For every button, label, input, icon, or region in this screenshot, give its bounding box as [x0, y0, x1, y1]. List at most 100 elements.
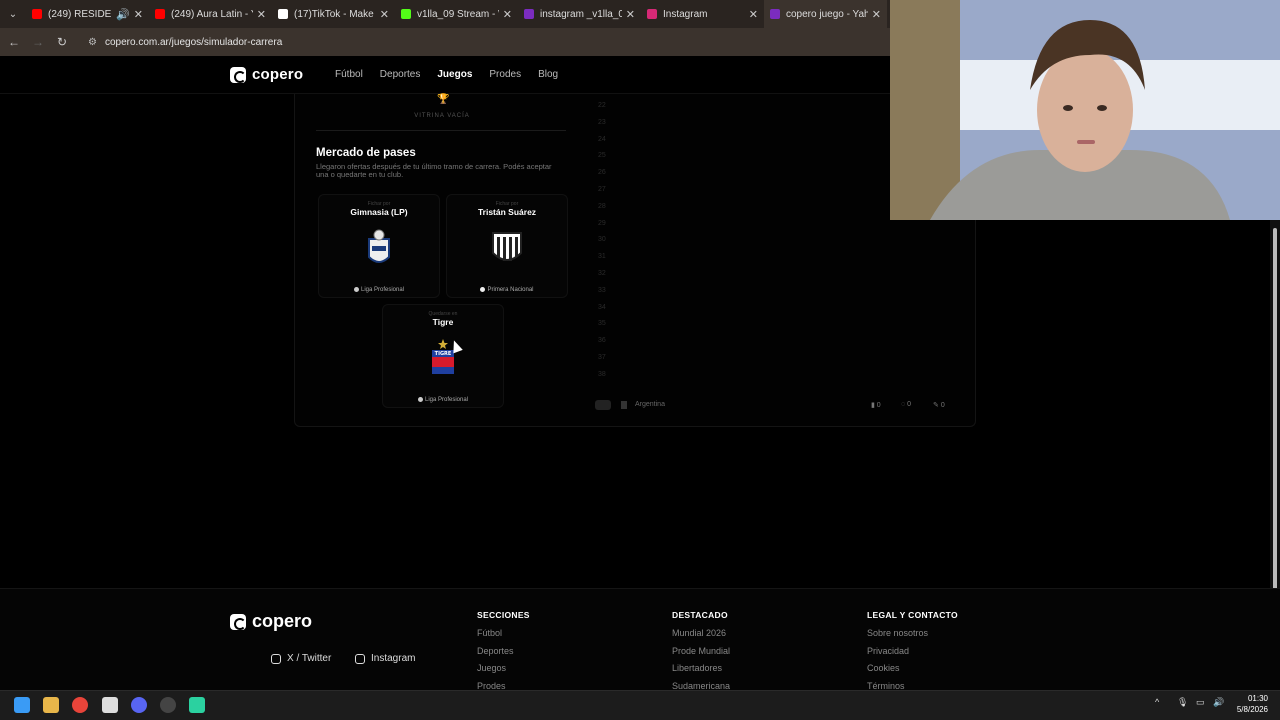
site-footer: [0, 588, 1280, 690]
address-bar[interactable]: ⚙ copero.com.ar/juegos/simulador-carrera: [80, 31, 860, 53]
browser-tab[interactable]: (249) Aura Latin - You ✕: [149, 0, 272, 28]
browser-tab[interactable]: (17)TikTok - Make Yo ✕: [272, 0, 395, 28]
row-number: 25: [598, 152, 606, 160]
microphone-icon[interactable]: 🎙: [1177, 697, 1188, 708]
league-icon: [353, 286, 359, 292]
windows-start-icon[interactable]: [14, 697, 30, 713]
app-icon[interactable]: [189, 697, 205, 713]
footer-link[interactable]: Prode Mundial: [672, 646, 730, 658]
twitter-icon: [271, 653, 281, 664]
clock-date: 5/8/2026: [1236, 705, 1268, 714]
footer-link[interactable]: Sobre nosotros: [867, 628, 958, 640]
offer-card-tristan-suarez[interactable]: Fichar por Tristán Suárez Primera Nacion…: [446, 194, 568, 298]
nav-link-blog[interactable]: Blog: [538, 69, 558, 80]
speaker-icon[interactable]: 🔊: [116, 8, 130, 21]
tab-close-icon[interactable]: ✕: [257, 8, 266, 21]
footer-col-destacado: DESTACADO Mundial 2026 Prode Mundial Lib…: [672, 610, 730, 698]
stat-goals: ◌ 0: [901, 401, 912, 408]
offer-league: Primera Nacional: [447, 286, 567, 293]
copero-logo-icon: [230, 66, 246, 83]
footer-link[interactable]: Mundial 2026: [672, 628, 730, 640]
nav-link-juegos[interactable]: Juegos: [437, 69, 472, 80]
offer-card-gimnasia[interactable]: Fichar por Gimnasia (LP) Liga Profesiona…: [318, 194, 440, 298]
browser-tab-active[interactable]: copero juego - Yahoo ✕: [764, 0, 887, 28]
svg-text:TIGRE: TIGRE: [435, 351, 452, 357]
instagram-icon: [355, 653, 365, 664]
browser-tab[interactable]: v1lla_09 Stream - Wa ✕: [395, 0, 518, 28]
page-scrollbar[interactable]: [1270, 220, 1280, 598]
browser-tab[interactable]: (249) RESIDENTE 🔊 ✕: [26, 0, 149, 28]
country-name: Argentina: [635, 401, 665, 408]
row-number: 31: [598, 253, 606, 261]
volume-icon[interactable]: 🔊: [1213, 697, 1224, 708]
forward-arrow-icon[interactable]: →: [26, 28, 50, 56]
row-number: 30: [598, 236, 606, 244]
reload-icon[interactable]: ↻: [50, 28, 74, 56]
footer-logo-text: copero: [252, 611, 313, 631]
network-icon[interactable]: ▭: [1196, 697, 1205, 708]
row-number: 28: [598, 202, 606, 210]
social-twitter-link[interactable]: X / Twitter: [271, 653, 331, 664]
site-logo[interactable]: copero: [230, 66, 303, 83]
row-number: 36: [598, 337, 606, 345]
stay-league: Liga Profesional: [383, 396, 503, 403]
row-number: 22: [598, 102, 606, 109]
tab-title: (17)TikTok - Make Yo: [294, 8, 376, 20]
tab-close-icon[interactable]: ✕: [626, 8, 635, 21]
tab-close-icon[interactable]: ✕: [134, 8, 143, 21]
nav-link-prodes[interactable]: Prodes: [489, 69, 521, 80]
tab-title: copero juego - Yahoo: [786, 8, 868, 20]
footer-link[interactable]: Cookies: [867, 663, 958, 675]
footer-logo[interactable]: copero: [230, 611, 312, 632]
row-number: 24: [598, 135, 606, 143]
tab-close-icon[interactable]: ✕: [380, 8, 389, 21]
taskbar-clock[interactable]: 01:30 5/8/2026: [1232, 693, 1268, 715]
tab-list-chevron-icon[interactable]: ⌄: [0, 0, 26, 28]
row-number: 33: [598, 286, 606, 294]
footer-heading: LEGAL Y CONTACTO: [867, 610, 958, 620]
file-explorer-icon[interactable]: [43, 697, 59, 713]
back-arrow-icon[interactable]: ←: [2, 28, 26, 56]
footer-col-legal: LEGAL Y CONTACTO Sobre nosotros Privacid…: [867, 610, 958, 698]
browser-tab[interactable]: Instagram ✕: [641, 0, 764, 28]
yahoo-icon: [524, 9, 534, 19]
discord-icon[interactable]: [131, 697, 147, 713]
tray-chevron-icon[interactable]: ^: [1155, 697, 1159, 707]
vitrina-empty-label: VITRINA VACÍA: [414, 113, 470, 119]
social-instagram-link[interactable]: Instagram: [355, 653, 415, 664]
nav-link-deportes[interactable]: Deportes: [380, 69, 421, 80]
divider: [316, 130, 566, 131]
nav-link-futbol[interactable]: Fútbol: [335, 69, 363, 80]
tab-title: (249) RESIDENTE: [48, 8, 112, 20]
scrollbar-thumb[interactable]: [1273, 228, 1277, 598]
instagram-icon: [647, 9, 657, 19]
career-badge: [595, 400, 611, 410]
gimnasia-crest-icon: [368, 229, 390, 263]
age-row-numbers: 22 23 24 25 26 27 28 29 30 31 32 33 34 35 36 37 38: [598, 98, 606, 384]
footer-link[interactable]: Deportes: [477, 646, 530, 658]
footer-link[interactable]: Fútbol: [477, 628, 530, 640]
row-number: 34: [598, 303, 606, 311]
browser-tab[interactable]: instagram _v1lla_09 ✕: [518, 0, 641, 28]
league-icon: [480, 286, 486, 292]
footer-link[interactable]: Libertadores: [672, 663, 730, 675]
offer-league: Liga Profesional: [319, 286, 439, 293]
row-number: 37: [598, 353, 606, 361]
notepad-icon[interactable]: [102, 697, 118, 713]
site-info-icon[interactable]: ⚙: [88, 37, 97, 48]
tab-title: Instagram: [663, 8, 708, 20]
tab-close-icon[interactable]: ✕: [872, 8, 881, 21]
settings-icon[interactable]: [160, 697, 176, 713]
row-number: 38: [598, 370, 606, 378]
chrome-icon[interactable]: [72, 697, 88, 713]
tab-close-icon[interactable]: ✕: [503, 8, 512, 21]
row-number: 23: [598, 118, 606, 126]
offer-club-name: Gimnasia (LP): [350, 207, 408, 217]
row-number: 29: [598, 219, 606, 227]
footer-link[interactable]: Juegos: [477, 663, 530, 675]
footer-link[interactable]: Privacidad: [867, 646, 958, 658]
stat-matches: ▮ 0: [871, 402, 881, 409]
main-nav: Fútbol Deportes Juegos Prodes Blog: [335, 69, 575, 80]
tab-close-icon[interactable]: ✕: [749, 8, 758, 21]
stay-card-tigre[interactable]: Quedarse en Tigre TIGRE Liga Profesional: [382, 304, 504, 408]
